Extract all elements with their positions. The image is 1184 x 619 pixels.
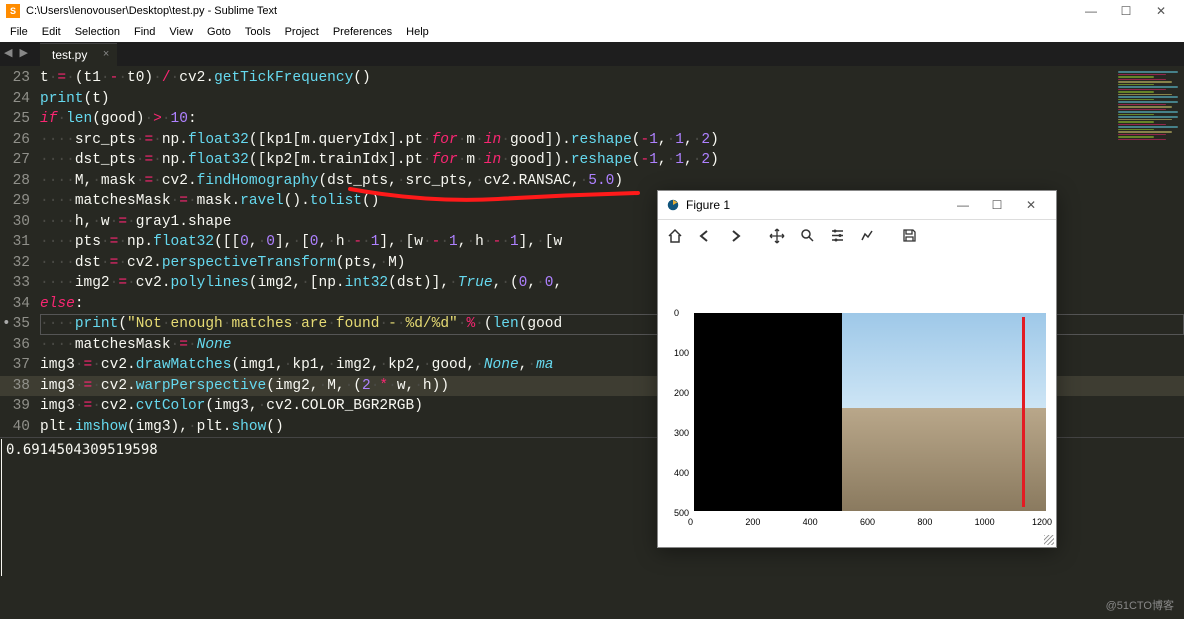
code-content[interactable]: if·len(good)·>·10: [40,109,1184,130]
forward-icon[interactable] [724,225,746,247]
title-bar: S C:\Users\lenovouser\Desktop\test.py - … [0,0,1184,22]
close-button[interactable]: ✕ [1144,0,1178,22]
gutter-line-number: 33 [0,273,40,294]
sublime-icon: S [6,4,20,18]
y-tick: 100 [674,348,689,358]
gutter-line-number: 37 [0,355,40,376]
code-line-23[interactable]: 23t·=·(t1·-·t0)·/·cv2.getTickFrequency() [0,68,1184,89]
console-output-line: 0.6914504309519598 [6,442,158,458]
code-content[interactable]: t·=·(t1·-·t0)·/·cv2.getTickFrequency() [40,68,1184,89]
gutter-line-number: 29 [0,191,40,212]
gutter-line-number: 30 [0,212,40,233]
figure-title-bar[interactable]: Figure 1 — ☐ ✕ [658,191,1056,219]
menu-selection[interactable]: Selection [69,25,126,39]
matplotlib-icon [666,198,680,212]
tab-close-icon[interactable]: × [103,48,109,60]
watermark: @51CTO博客 [1106,597,1174,613]
x-tick: 1200 [1032,517,1052,527]
tab-testpy[interactable]: test.py × [40,43,117,66]
menu-goto[interactable]: Goto [201,25,237,39]
y-tick: 400 [674,468,689,478]
code-line-26[interactable]: 26····src_pts·=·np.float32([kp1[m.queryI… [0,130,1184,151]
gutter-line-number: 23 [0,68,40,89]
back-icon[interactable] [694,225,716,247]
gutter-line-number: 40 [0,417,40,438]
gutter-line-number: 32 [0,253,40,274]
resize-grip-icon[interactable] [1044,535,1054,545]
axes-icon[interactable] [856,225,878,247]
menu-bar: FileEditSelectionFindViewGotoToolsProjec… [0,22,1184,42]
minimap[interactable] [1118,70,1178,170]
code-line-25[interactable]: 25if·len(good)·>·10: [0,109,1184,130]
menu-edit[interactable]: Edit [36,25,67,39]
save-icon[interactable] [898,225,920,247]
figure-canvas[interactable]: 0 100 200 300 400 500 0 200 400 600 800 1000 1200 [658,251,1056,547]
minimize-button[interactable]: — [1074,0,1108,22]
x-tick: 400 [803,517,818,527]
menu-file[interactable]: File [4,25,34,39]
x-tick: 1000 [975,517,995,527]
code-content[interactable]: ····M,·mask·=·cv2.findHomography(dst_pts… [40,171,1184,192]
menu-view[interactable]: View [163,25,199,39]
maximize-button[interactable]: ☐ [1109,0,1143,22]
gutter-line-number: 27 [0,150,40,171]
gutter-line-number: 24 [0,89,40,110]
code-content[interactable]: print(t) [40,89,1184,110]
figure-minimize-button[interactable]: — [946,194,980,216]
menu-help[interactable]: Help [400,25,435,39]
y-tick: 200 [674,388,689,398]
code-line-27[interactable]: 27····dst_pts·=·np.float32([kp2[m.trainI… [0,150,1184,171]
figure-close-button[interactable]: ✕ [1014,194,1048,216]
plot-image [694,313,1046,511]
gutter-line-number: 36 [0,335,40,356]
x-tick: 200 [745,517,760,527]
configure-icon[interactable] [826,225,848,247]
window-title: C:\Users\lenovouser\Desktop\test.py - Su… [26,5,1074,17]
code-content[interactable]: ····dst_pts·=·np.float32([kp2[m.trainIdx… [40,150,1184,171]
menu-project[interactable]: Project [279,25,325,39]
figure-window[interactable]: Figure 1 — ☐ ✕ [657,190,1057,548]
menu-preferences[interactable]: Preferences [327,25,398,39]
y-tick: 0 [674,308,679,318]
code-line-24[interactable]: 24print(t) [0,89,1184,110]
gutter-line-number: 28 [0,171,40,192]
gutter-line-number: 25 [0,109,40,130]
tab-label: test.py [52,48,87,62]
code-line-28[interactable]: 28····M,·mask·=·cv2.findHomography(dst_p… [0,171,1184,192]
gutter-line-number: 39 [0,396,40,417]
gutter-line-number: 34 [0,294,40,315]
zoom-icon[interactable] [796,225,818,247]
menu-find[interactable]: Find [128,25,161,39]
menu-tools[interactable]: Tools [239,25,277,39]
x-tick: 800 [917,517,932,527]
y-tick: 300 [674,428,689,438]
gutter-line-number: 26 [0,130,40,151]
gutter-line-number: 35 [0,314,40,335]
figure-title: Figure 1 [686,198,946,212]
tab-bar: test.py × [0,42,1184,66]
y-tick: 500 [674,508,689,518]
figure-maximize-button[interactable]: ☐ [980,194,1014,216]
figure-toolbar [658,219,1056,251]
gutter-line-number: 31 [0,232,40,253]
home-icon[interactable] [664,225,686,247]
pan-icon[interactable] [766,225,788,247]
x-tick: 0 [688,517,693,527]
code-content[interactable]: ····src_pts·=·np.float32([kp1[m.queryIdx… [40,130,1184,151]
gutter-line-number: 38 [0,376,40,397]
x-tick: 600 [860,517,875,527]
